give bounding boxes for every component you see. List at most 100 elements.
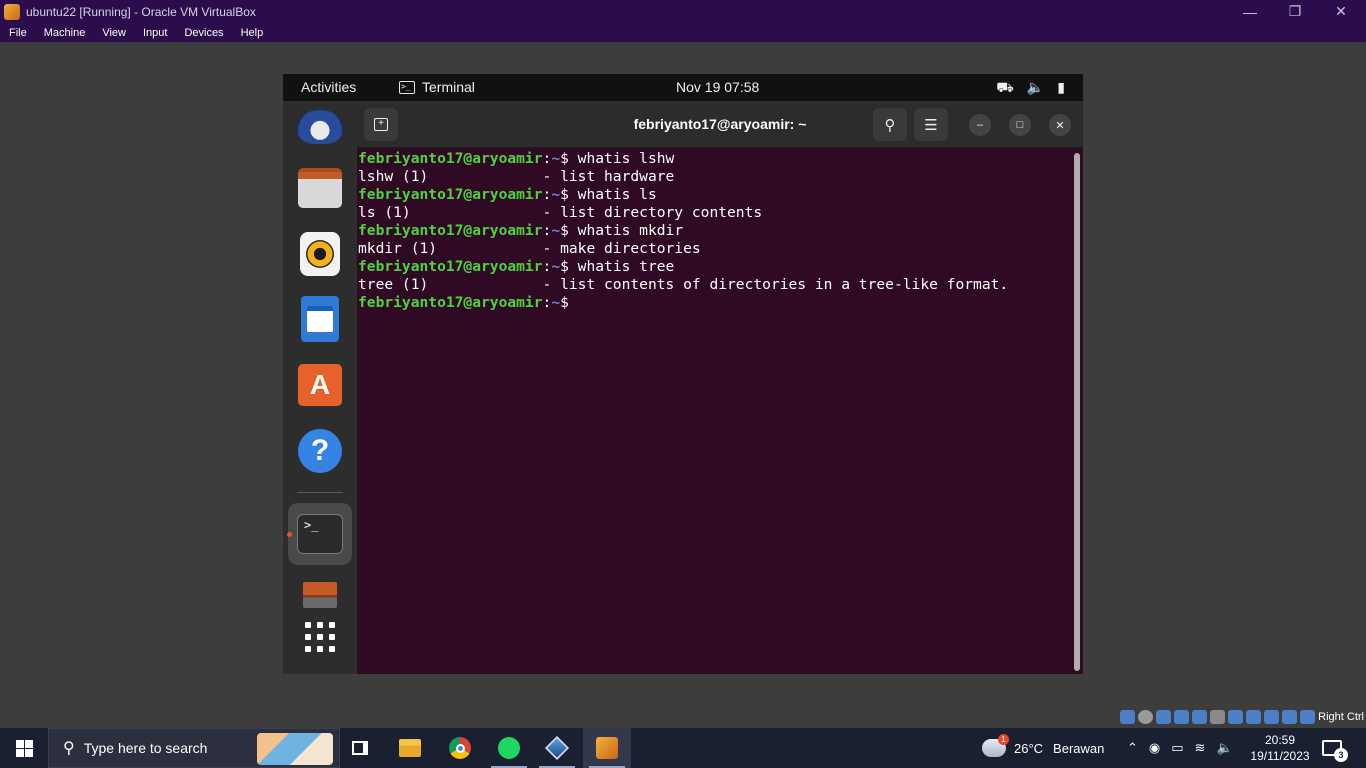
menu-file[interactable]: File <box>0 27 35 39</box>
dock-software-center[interactable]: A <box>296 361 344 409</box>
mouse-integration-status-icon[interactable] <box>1282 710 1298 724</box>
thunderbird-icon <box>297 110 343 144</box>
keyboard-status-icon[interactable] <box>1300 710 1316 724</box>
dock-rhythmbox[interactable] <box>296 230 344 278</box>
terminal-scrollbar[interactable] <box>1074 153 1080 671</box>
app-menu-label: Terminal <box>422 79 475 95</box>
dock-separator <box>297 492 343 493</box>
display-status-icon[interactable] <box>1228 710 1244 724</box>
task-view-button[interactable] <box>336 728 384 768</box>
system-tray-icons: ⌃ ◉ ▭ ≋ 🔈 <box>1127 728 1233 768</box>
host-key-label: Right Ctrl <box>1318 711 1364 723</box>
camera-icon[interactable]: ◉ <box>1149 740 1160 756</box>
dock-files[interactable] <box>296 164 344 212</box>
audio-status-icon[interactable] <box>1156 710 1172 724</box>
weather-description: Berawan <box>1053 740 1105 756</box>
menu-machine[interactable]: Machine <box>35 27 94 39</box>
terminal-line: ls (1) - list directory contents <box>358 204 763 221</box>
speaker-icon[interactable]: 🔈 <box>1216 740 1232 756</box>
taskbar-spotify[interactable] <box>485 728 533 768</box>
search-button[interactable]: ⚲ <box>873 108 907 141</box>
windows-logo-icon <box>15 739 33 757</box>
writer-document-icon <box>301 296 339 342</box>
dock-help[interactable]: ? <box>296 427 344 475</box>
running-indicator <box>287 532 292 537</box>
terminal-line: mkdir (1) - make directories <box>358 240 701 257</box>
wifi-icon[interactable]: ≋ <box>1195 740 1206 756</box>
taskbar-virtualbox-vm[interactable] <box>583 728 631 768</box>
ubuntu-screen: Activities >_ Terminal Nov 19 07:58 ⛟ 🔈 … <box>283 74 1083 674</box>
taskbar-file-explorer[interactable] <box>386 728 434 768</box>
cpu-status-icon[interactable] <box>1264 710 1280 724</box>
menu-button[interactable]: ☰ <box>914 108 948 141</box>
search-icon: ⚲ <box>63 740 75 757</box>
show-applications-button[interactable] <box>296 613 344 661</box>
file-explorer-icon <box>399 739 421 757</box>
ubuntu-dock: A ? >_ <box>283 101 357 674</box>
gnome-top-bar: Activities >_ Terminal Nov 19 07:58 ⛟ 🔈 … <box>283 74 1083 101</box>
terminal-line: tree (1) - list contents of directories … <box>358 276 1009 293</box>
terminal-window[interactable]: + febriyanto17@aryoamir: ~ ⚲ ☰ – □ ✕ feb… <box>357 101 1083 674</box>
terminal-header-bar: + febriyanto17@aryoamir: ~ ⚲ ☰ – □ ✕ <box>357 101 1083 148</box>
weather-temperature: 26°C <box>1014 740 1044 756</box>
clock-time: 20:59 <box>1264 733 1296 747</box>
start-button[interactable] <box>0 728 48 768</box>
terminal-line: febriyanto17@aryoamir:~$ whatis tree <box>358 258 675 275</box>
spotify-icon <box>498 737 520 759</box>
taskbar-virtualbox-manager[interactable] <box>533 728 581 768</box>
network-status-icon[interactable] <box>1174 710 1190 724</box>
menu-input[interactable]: Input <box>134 27 175 39</box>
volume-icon: 🔈 <box>1026 79 1045 95</box>
vbox-title-bar: ubuntu22 [Running] - Oracle VM VirtualBo… <box>0 0 1366 23</box>
app-grid-icon <box>305 622 335 652</box>
menu-view[interactable]: View <box>93 27 134 39</box>
terminal-prompt-line: febriyanto17@aryoamir:~$ <box>358 294 569 311</box>
minimize-icon[interactable]: — <box>1227 0 1273 23</box>
recording-status-icon[interactable] <box>1246 710 1262 724</box>
notification-center-button[interactable]: 3 <box>1322 728 1348 768</box>
terminal-maximize-button[interactable]: □ <box>1009 114 1031 136</box>
dock-terminal[interactable]: >_ <box>296 510 344 558</box>
search-icon: ⚲ <box>884 116 896 134</box>
chevron-up-icon[interactable]: ⌃ <box>1127 740 1138 756</box>
activities-button[interactable]: Activities <box>301 79 356 95</box>
usb-status-icon[interactable] <box>1192 710 1208 724</box>
minimize-icon: – <box>976 119 984 131</box>
dock-libreoffice-writer[interactable] <box>296 295 344 343</box>
clock-date: 19/11/2023 <box>1250 749 1310 763</box>
terminal-line: lshw (1) - list hardware <box>358 168 675 185</box>
menu-devices[interactable]: Devices <box>175 27 231 39</box>
terminal-line: febriyanto17@aryoamir:~$ whatis ls <box>358 186 657 203</box>
terminal-line: febriyanto17@aryoamir:~$ whatis lshw <box>358 150 675 167</box>
battery-icon: ▮ <box>1057 79 1065 95</box>
restore-icon[interactable]: ❐ <box>1272 0 1318 23</box>
search-placeholder: Type here to search <box>83 740 208 756</box>
dock-thunderbird[interactable] <box>296 103 344 151</box>
shared-folders-status-icon[interactable] <box>1210 710 1226 724</box>
terminal-small-icon: >_ <box>399 80 415 94</box>
windows-taskbar: ⚲ Type here to search 1 26°C Berawan ⌃ ◉… <box>0 728 1366 768</box>
terminal-minimize-button[interactable]: – <box>969 114 991 136</box>
top-bar-clock[interactable]: Nov 19 07:58 <box>676 79 759 95</box>
taskbar-chrome[interactable] <box>436 728 484 768</box>
hamburger-menu-icon: ☰ <box>924 116 938 134</box>
battery-icon[interactable]: ▭ <box>1171 740 1183 756</box>
terminal-output[interactable]: febriyanto17@aryoamir:~$ whatis lshw lshw… <box>358 150 1068 670</box>
menu-help[interactable]: Help <box>232 27 272 39</box>
taskbar-clock[interactable]: 20:59 19/11/2023 <box>1249 728 1311 768</box>
app-center-icon: A <box>298 364 342 406</box>
terminal-line: febriyanto17@aryoamir:~$ whatis mkdir <box>358 222 684 239</box>
terminal-close-button[interactable]: ✕ <box>1049 114 1071 136</box>
close-icon[interactable]: ✕ <box>1318 0 1364 23</box>
chrome-icon <box>449 737 471 759</box>
app-menu-terminal[interactable]: >_ Terminal <box>399 79 475 95</box>
optical-drive-status-icon[interactable] <box>1138 710 1154 724</box>
taskbar-search-box[interactable]: ⚲ Type here to search <box>48 728 340 768</box>
weather-widget[interactable]: 1 26°C Berawan <box>982 728 1104 768</box>
dock-trash[interactable] <box>296 571 344 619</box>
vbox-menu-bar: File Machine View Input Devices Help <box>0 23 1366 42</box>
virtualbox-vm-icon <box>596 737 618 759</box>
virtualbox-app-icon <box>4 3 20 20</box>
system-tray[interactable]: ⛟ 🔈 ▮ <box>996 79 1065 98</box>
hard-disk-status-icon[interactable] <box>1120 710 1136 724</box>
